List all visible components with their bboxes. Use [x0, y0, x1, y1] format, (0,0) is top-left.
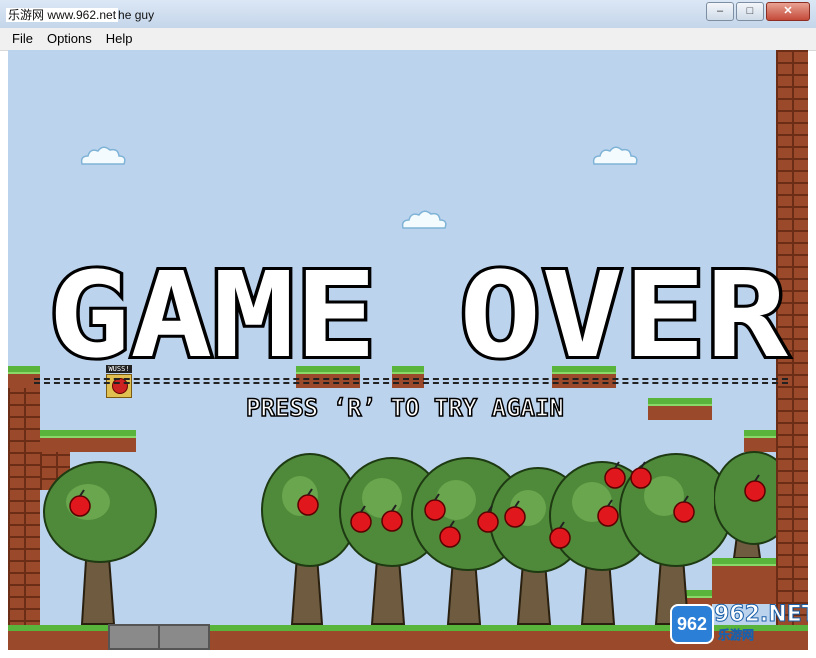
- title-text: he guy: [118, 8, 155, 22]
- apple-icon: [69, 489, 91, 517]
- menu-help[interactable]: Help: [99, 28, 140, 50]
- menu-options[interactable]: Options: [40, 28, 99, 50]
- menu-file[interactable]: File: [0, 28, 40, 50]
- apple-icon: [597, 499, 619, 527]
- apple-icon: [504, 500, 526, 528]
- apple-icon: [673, 495, 695, 523]
- watermark-subtext: 乐游网: [718, 628, 755, 643]
- game-canvas[interactable]: WUSS! GAME OVER PRESS ‘R’ TO TRY AGAIN 9…: [8, 50, 808, 650]
- game-over-text: GAME OVER: [48, 256, 789, 366]
- maximize-button[interactable]: □: [736, 2, 764, 21]
- apple-icon: [424, 493, 446, 521]
- apple-icon: [604, 461, 626, 489]
- apple-icon: [439, 520, 461, 548]
- apple-icon: [477, 505, 499, 533]
- site-watermark: 962 962.NET 乐游网: [670, 600, 808, 644]
- window-controls: – □ ✕: [706, 2, 810, 21]
- gate-block: [158, 624, 210, 650]
- window-title: 乐游网 www.962.net he guy: [6, 6, 154, 23]
- divider-line: [34, 378, 788, 384]
- close-button[interactable]: ✕: [766, 2, 810, 21]
- apple-icon: [381, 504, 403, 532]
- menu-bar: File Options Help: [0, 28, 816, 51]
- game-over-title: GAME OVER: [45, 256, 792, 366]
- watermark-badge: 962: [670, 604, 714, 644]
- apple-icon: [350, 505, 372, 533]
- apple-icon: [630, 461, 652, 489]
- apple-icon: [297, 488, 319, 516]
- save-point-label: WUSS!: [106, 365, 132, 373]
- minimize-button[interactable]: –: [706, 2, 734, 21]
- apple-icon: [744, 474, 766, 502]
- gate-block: [108, 624, 160, 650]
- title-bar: 乐游网 www.962.net he guy – □ ✕: [0, 0, 816, 29]
- title-watermark: 乐游网 www.962.net: [6, 8, 119, 22]
- apple-icon: [549, 521, 571, 549]
- retry-prompt: PRESS ‘R’ TO TRY AGAIN: [245, 393, 564, 423]
- watermark-text: 962.NET: [714, 602, 808, 628]
